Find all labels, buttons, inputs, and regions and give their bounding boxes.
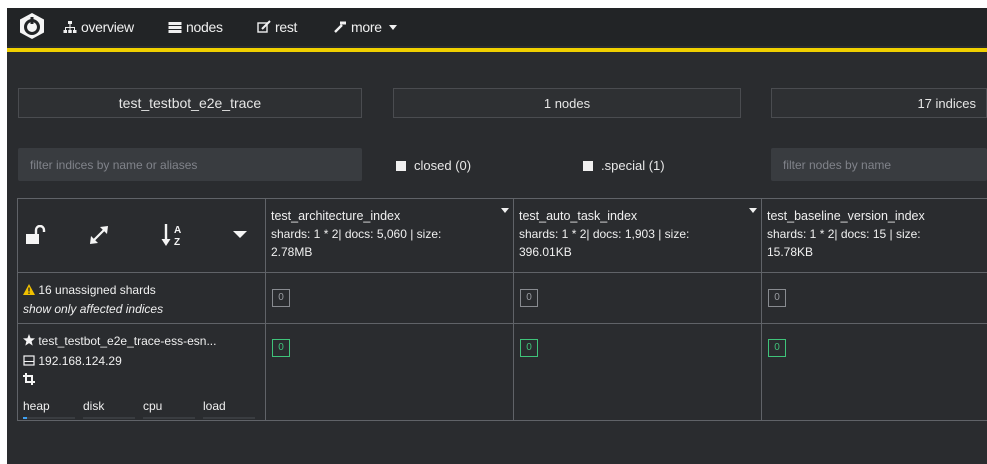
node-name[interactable]: test_testbot_e2e_trace-ess-esn...: [38, 334, 216, 348]
index-size: 15.78KB: [767, 245, 814, 259]
svg-text:Z: Z: [174, 237, 180, 248]
index-header-auto-task[interactable]: test_auto_task_index shards: 1 * 2| docs…: [519, 207, 689, 261]
index-menu-caret-icon[interactable]: [501, 208, 509, 213]
indices-count: 17 indices: [917, 95, 976, 111]
grid-line: [265, 199, 266, 421]
unassigned-shards-cell: 16 unassigned shards show only affected …: [23, 281, 163, 319]
unassigned-shard[interactable]: 0: [272, 289, 290, 307]
show-affected-indices-link[interactable]: show only affected indices: [23, 300, 163, 319]
nav-nodes[interactable]: nodes: [168, 19, 223, 35]
sort-alpha-icon[interactable]: A Z: [161, 221, 189, 249]
unassigned-shard[interactable]: 0: [520, 289, 538, 307]
closed-checkbox-box[interactable]: [396, 160, 406, 171]
indices-count-box: 17 indices: [771, 88, 987, 118]
nav-more-label: more: [351, 19, 382, 35]
warning-icon: [23, 284, 35, 295]
unlock-icon[interactable]: [25, 225, 47, 245]
heap-bar-fill: [23, 417, 28, 419]
node-stats: heap disk cpu load: [23, 399, 263, 413]
load-bar: [203, 417, 255, 419]
index-info: shards: 1 * 2| docs: 1,903 | size:: [519, 227, 690, 241]
node-cell: test_testbot_e2e_trace-ess-esn... 192.16…: [23, 331, 216, 391]
cerebro-app: overview nodes rest more test_testbot_e2…: [7, 8, 987, 464]
expand-icon[interactable]: [89, 225, 111, 245]
cluster-name-box: test_testbot_e2e_trace: [18, 88, 362, 118]
closed-checkbox-label: closed (0): [414, 158, 472, 173]
filter-indices-input[interactable]: [18, 148, 362, 181]
heap-label: heap: [23, 399, 50, 413]
caret-down-icon[interactable]: [233, 231, 247, 238]
cluster-overview-grid: A Z test_architecture_index shards: 1 * …: [17, 198, 987, 421]
nav-overview-label: overview: [81, 19, 134, 35]
nodes-count-box: 1 nodes: [393, 88, 741, 118]
closed-checkbox[interactable]: closed (0): [396, 158, 471, 173]
grid-line: [17, 323, 987, 324]
nav-overview[interactable]: overview: [63, 19, 134, 35]
nav-nodes-label: nodes: [186, 19, 223, 35]
nav-more-dropdown[interactable]: more: [333, 19, 397, 35]
disk-label: disk: [83, 399, 105, 413]
index-info: shards: 1 * 2| docs: 5,060 | size:: [271, 227, 442, 241]
nav-rest-label: rest: [275, 19, 298, 35]
load-label: load: [203, 399, 226, 413]
wrench-icon: [334, 21, 346, 33]
logo-icon[interactable]: [18, 12, 46, 40]
unassigned-shards-title: 16 unassigned shards: [38, 283, 156, 297]
grid-line: [513, 199, 514, 421]
cluster-name: test_testbot_e2e_trace: [118, 95, 262, 111]
index-size: 2.78MB: [271, 245, 313, 259]
grid-line: [761, 199, 762, 421]
grid-line: [17, 199, 18, 421]
disk-bar: [83, 417, 135, 419]
nodes-count: 1 nodes: [543, 95, 591, 111]
primary-shard[interactable]: 0: [520, 339, 538, 357]
cpu-label: cpu: [143, 399, 163, 413]
index-name[interactable]: test_auto_task_index: [519, 207, 689, 225]
nav-rest[interactable]: rest: [257, 19, 297, 35]
sitemap-icon: [63, 21, 77, 33]
index-name[interactable]: test_architecture_index: [271, 207, 441, 225]
crop-icon: [23, 373, 35, 385]
edit-icon: [257, 20, 271, 33]
node-ip: 192.168.124.29: [38, 354, 122, 368]
heap-bar: [23, 417, 75, 419]
index-info: shards: 1 * 2| docs: 15 | size:: [767, 227, 921, 241]
caret-down-icon: [388, 24, 397, 30]
special-checkbox-box[interactable]: [583, 160, 593, 171]
filter-nodes-input[interactable]: [771, 148, 987, 181]
index-name[interactable]: test_baseline_version_index: [767, 207, 925, 225]
index-menu-caret-icon[interactable]: [749, 208, 757, 213]
hdd-icon: [23, 355, 35, 366]
star-icon: [23, 334, 35, 346]
grid-line: [17, 420, 987, 421]
index-header-baseline-version[interactable]: test_baseline_version_index shards: 1 * …: [767, 207, 925, 261]
special-checkbox[interactable]: .special (1): [583, 158, 665, 173]
primary-shard[interactable]: 0: [272, 339, 290, 357]
special-checkbox-label: .special (1): [601, 158, 665, 173]
grid-line: [17, 272, 987, 273]
svg-text:A: A: [174, 225, 181, 236]
index-header-architecture[interactable]: test_architecture_index shards: 1 * 2| d…: [271, 207, 441, 261]
primary-shard[interactable]: 0: [768, 339, 786, 357]
index-size: 396.01KB: [519, 245, 572, 259]
server-icon: [168, 22, 182, 33]
top-navbar: overview nodes rest more: [7, 8, 987, 46]
cpu-bar: [143, 417, 195, 419]
unassigned-shard[interactable]: 0: [768, 289, 786, 307]
accent-bar: [7, 48, 987, 52]
